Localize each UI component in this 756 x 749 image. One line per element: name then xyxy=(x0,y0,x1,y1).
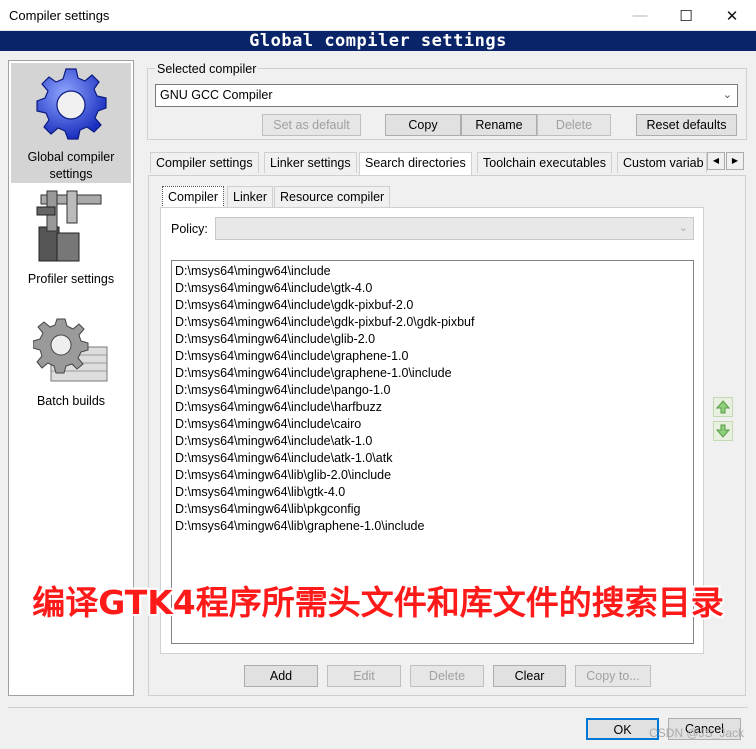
list-item[interactable]: D:\msys64\mingw64\include xyxy=(172,263,693,280)
gear-icon xyxy=(36,68,107,140)
compiler-select-value: GNU GCC Compiler xyxy=(160,88,273,102)
sub-tabs: Compiler Linker Resource compiler xyxy=(160,186,400,210)
subtab-resource-compiler[interactable]: Resource compiler xyxy=(274,186,391,207)
list-item[interactable]: D:\msys64\mingw64\include\gtk-4.0 xyxy=(172,280,693,297)
subtab-linker[interactable]: Linker xyxy=(227,186,274,207)
tab-linker-settings[interactable]: Linker settings xyxy=(264,152,357,173)
tab-custom-variables[interactable]: Custom variab xyxy=(617,152,707,173)
list-item[interactable]: D:\msys64\mingw64\include\cairo xyxy=(172,416,693,433)
tab-scroll-right-button[interactable]: ▶ xyxy=(726,152,744,170)
sidebar-item-batch-builds[interactable]: Batch builds xyxy=(11,313,131,417)
tab-compiler-settings[interactable]: Compiler settings xyxy=(150,152,259,173)
list-item[interactable]: D:\msys64\mingw64\lib\glib-2.0\include xyxy=(172,467,693,484)
arrow-up-icon xyxy=(716,400,730,414)
sidebar-label-line1: Global compiler xyxy=(27,150,115,164)
list-item[interactable]: D:\msys64\mingw64\include\atk-1.0\atk xyxy=(172,450,693,467)
arrow-down-icon xyxy=(716,424,730,438)
delete-compiler-button[interactable]: Delete xyxy=(537,114,611,136)
add-directory-button[interactable]: Add xyxy=(244,665,318,687)
caliper-icon xyxy=(36,190,102,262)
close-button[interactable]: ✕ xyxy=(709,0,755,31)
list-item[interactable]: D:\msys64\mingw64\include\glib-2.0 xyxy=(172,331,693,348)
selected-compiler-label: Selected compiler xyxy=(155,62,259,76)
tab-search-directories[interactable]: Search directories xyxy=(359,152,472,176)
list-item[interactable]: D:\msys64\mingw64\include\harfbuzz xyxy=(172,399,693,416)
policy-select[interactable]: ⌄ xyxy=(215,217,694,240)
sidebar-label-batch: Batch builds xyxy=(36,394,106,408)
edit-directory-button[interactable]: Edit xyxy=(327,665,401,687)
delete-directory-button[interactable]: Delete xyxy=(410,665,484,687)
sidebar-item-profiler[interactable]: Profiler settings xyxy=(11,187,131,291)
set-as-default-button[interactable]: Set as default xyxy=(262,114,361,136)
tab-scroll-left-button[interactable]: ◀ xyxy=(707,152,725,170)
move-up-button[interactable] xyxy=(713,397,733,417)
list-item[interactable]: D:\msys64\mingw64\lib\graphene-1.0\inclu… xyxy=(172,518,693,535)
sidebar-item-global-compiler[interactable]: Global compiler settings xyxy=(11,63,131,183)
chevron-down-icon: ⌄ xyxy=(678,222,688,234)
list-item[interactable]: D:\msys64\mingw64\include\gdk-pixbuf-2.0… xyxy=(172,314,693,331)
list-item[interactable]: D:\msys64\mingw64\include\gdk-pixbuf-2.0 xyxy=(172,297,693,314)
title-bar: Compiler settings — ☐ ✕ xyxy=(0,0,756,31)
minimize-button[interactable]: — xyxy=(617,0,663,31)
batch-gear-icon xyxy=(33,318,108,382)
list-item[interactable]: D:\msys64\mingw64\lib\gtk-4.0 xyxy=(172,484,693,501)
list-item[interactable]: D:\msys64\mingw64\include\graphene-1.0 xyxy=(172,348,693,365)
copy-button[interactable]: Copy xyxy=(385,114,461,136)
sidebar-label-line2: settings xyxy=(49,167,93,181)
maximize-button[interactable]: ☐ xyxy=(663,0,709,31)
policy-label: Policy: xyxy=(171,222,208,236)
clear-directories-button[interactable]: Clear xyxy=(493,665,566,687)
divider xyxy=(8,707,748,708)
move-down-button[interactable] xyxy=(713,421,733,441)
list-item[interactable]: D:\msys64\mingw64\lib\pkgconfig xyxy=(172,501,693,518)
compiler-select[interactable]: GNU GCC Compiler ⌄ xyxy=(155,84,738,107)
rename-button[interactable]: Rename xyxy=(461,114,537,136)
watermark: CSDN @JS_Jack xyxy=(649,726,744,740)
reset-defaults-button[interactable]: Reset defaults xyxy=(636,114,737,136)
overlay-caption: 编译GTK4程序所需头文件和库文件的搜索目录 xyxy=(32,583,724,622)
tab-toolchain-executables[interactable]: Toolchain executables xyxy=(477,152,612,173)
copy-to-button[interactable]: Copy to... xyxy=(575,665,651,687)
window-title: Compiler settings xyxy=(9,8,110,23)
ok-button[interactable]: OK xyxy=(586,718,659,740)
sidebar-label-profiler: Profiler settings xyxy=(27,272,115,286)
list-item[interactable]: D:\msys64\mingw64\include\pango-1.0 xyxy=(172,382,693,399)
list-item[interactable]: D:\msys64\mingw64\include\graphene-1.0\i… xyxy=(172,365,693,382)
chevron-down-icon: ⌄ xyxy=(722,89,732,101)
banner-title: Global compiler settings xyxy=(0,31,756,51)
main-tabs: Compiler settings Linker settings Search… xyxy=(148,152,746,176)
list-item[interactable]: D:\msys64\mingw64\include\atk-1.0 xyxy=(172,433,693,450)
